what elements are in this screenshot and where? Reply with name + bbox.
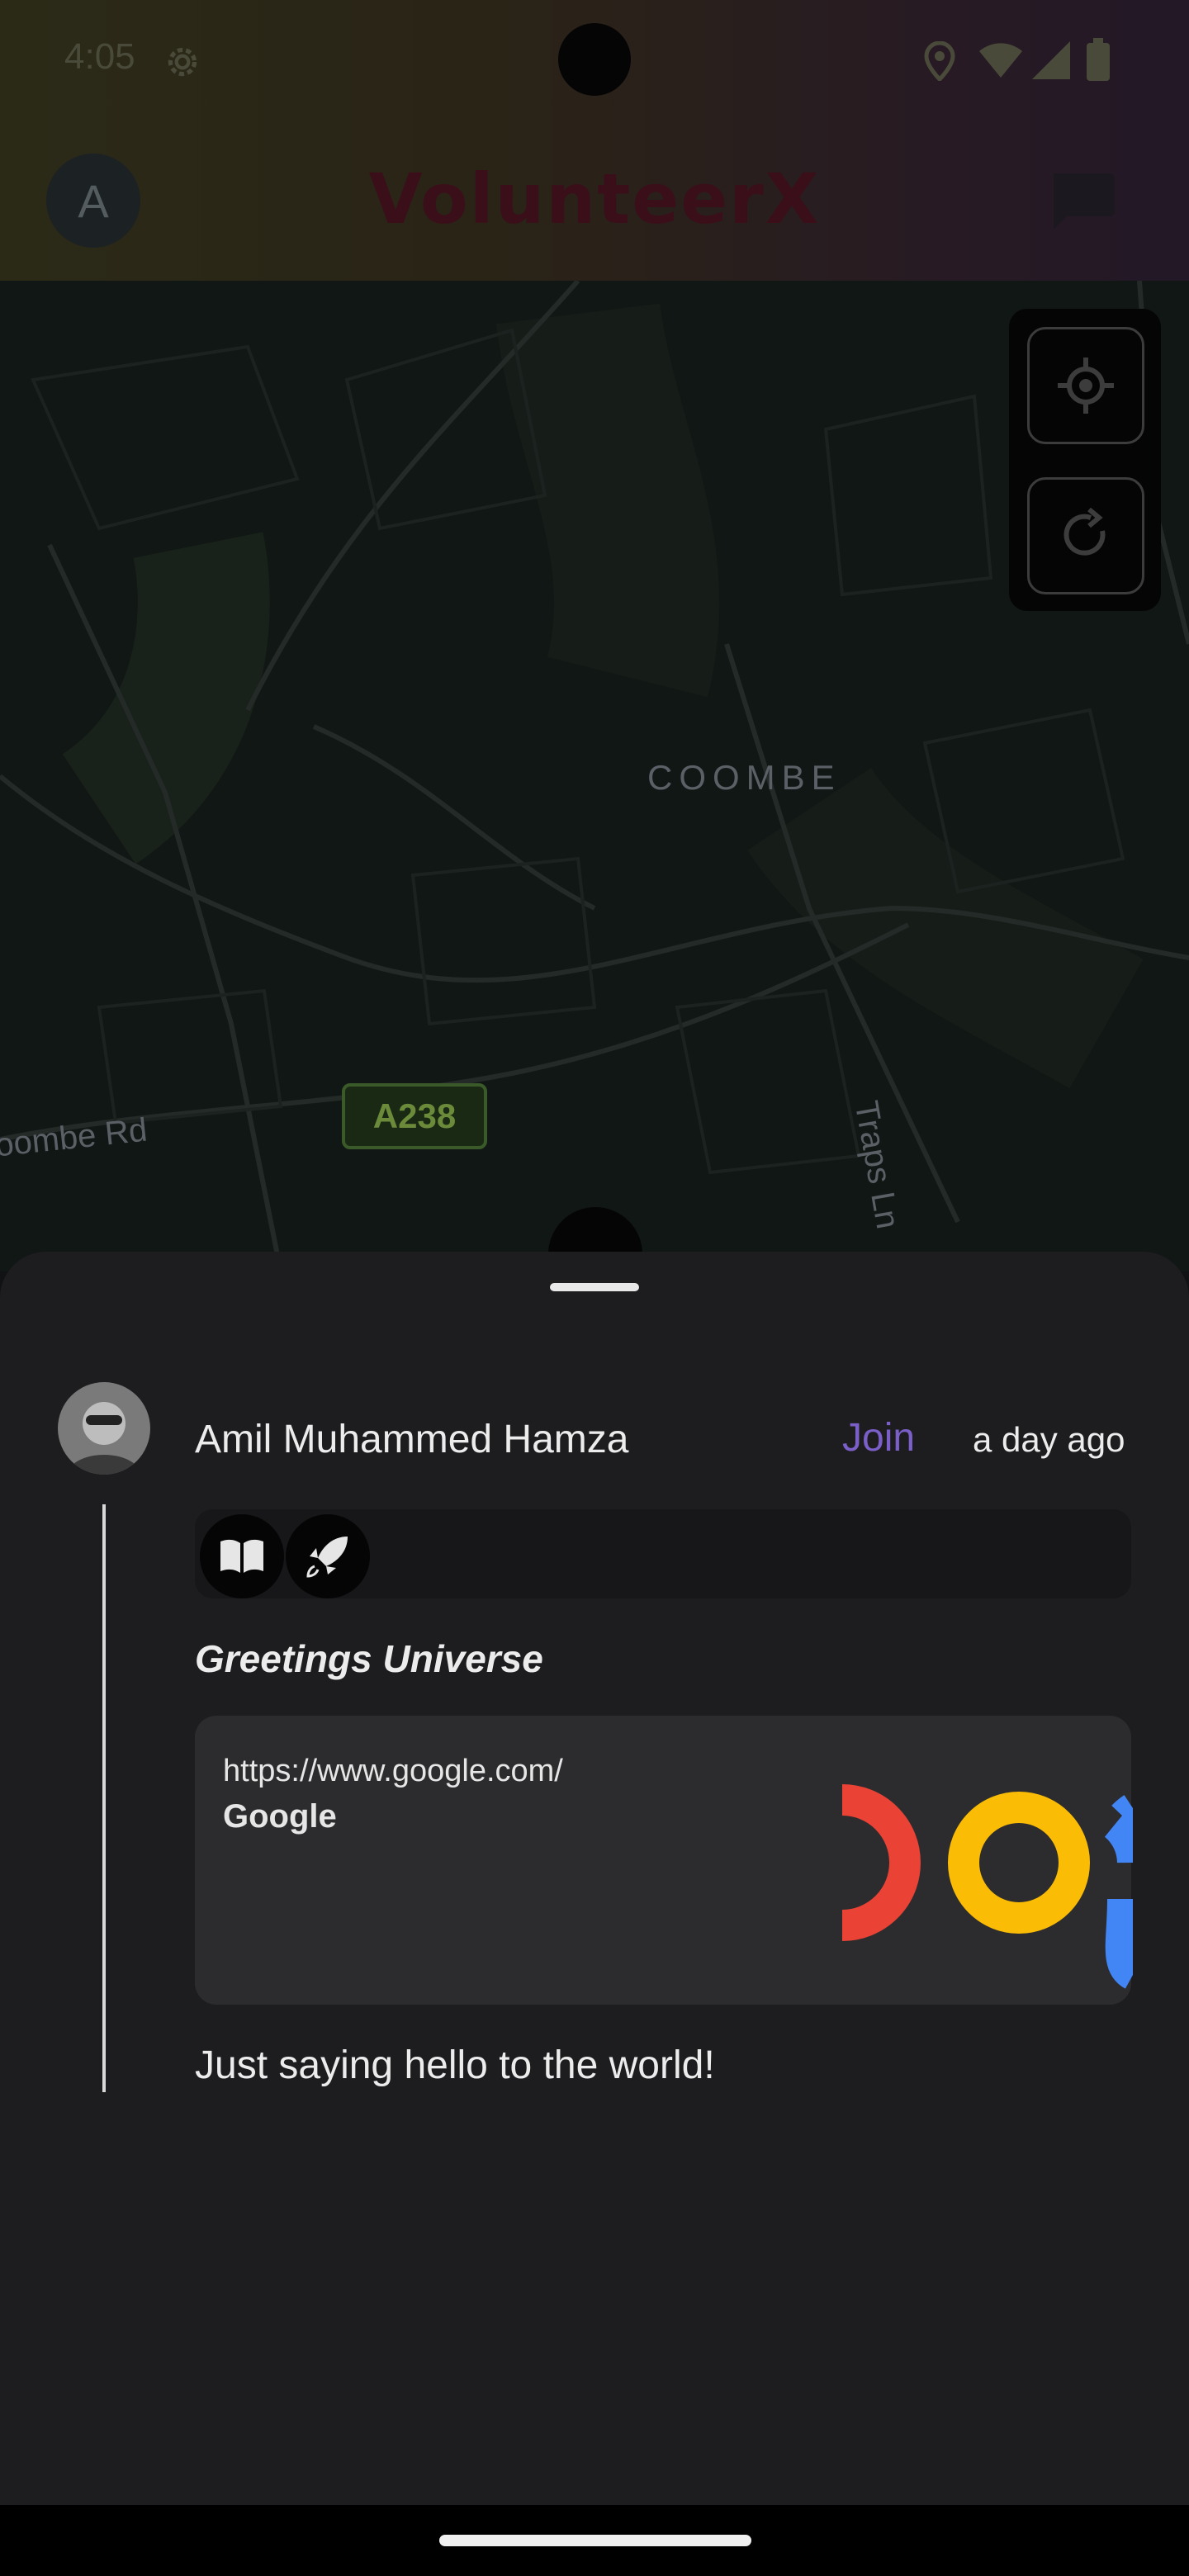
crosshair-icon (1058, 358, 1114, 414)
book-icon (220, 1539, 263, 1573)
tag-chip-rocket[interactable] (286, 1514, 370, 1598)
refresh-icon (1063, 508, 1106, 556)
sheet-drag-handle[interactable] (550, 1283, 639, 1291)
post-body: Just saying hello to the world! (195, 2043, 715, 2087)
map-label-area: COOMBE (647, 758, 841, 797)
app-title: VolunteerX (368, 159, 821, 239)
camera-cutout (558, 23, 631, 96)
settings-gear-icon (162, 41, 203, 83)
link-title[interactable]: Google (223, 1798, 337, 1835)
post-title: Greetings Universe (195, 1637, 543, 1680)
map-controls (1009, 309, 1161, 611)
refresh-button[interactable] (1027, 477, 1144, 594)
rocket-icon (306, 1537, 348, 1578)
location-icon (923, 40, 956, 83)
join-button[interactable]: Join (842, 1415, 915, 1461)
link-url[interactable]: https://www.google.com/ (223, 1754, 563, 1789)
home-indicator[interactable] (439, 2535, 751, 2546)
thread-line (102, 1504, 106, 2092)
chat-icon[interactable] (1047, 170, 1116, 234)
author-avatar[interactable] (58, 1382, 150, 1475)
signal-icon (1032, 41, 1070, 79)
road-shield-badge: A238 (342, 1083, 487, 1149)
battery-icon (1087, 38, 1110, 81)
author-name[interactable]: Amil Muhammed Hamza (195, 1417, 628, 1462)
link-thumbnail-google-logo (842, 1783, 1133, 2005)
post-timestamp: a day ago (973, 1420, 1125, 1459)
wifi-icon (979, 43, 1022, 79)
my-location-button[interactable] (1027, 327, 1144, 444)
status-time: 4:05 (64, 36, 135, 77)
tag-chip-book[interactable] (200, 1514, 284, 1598)
